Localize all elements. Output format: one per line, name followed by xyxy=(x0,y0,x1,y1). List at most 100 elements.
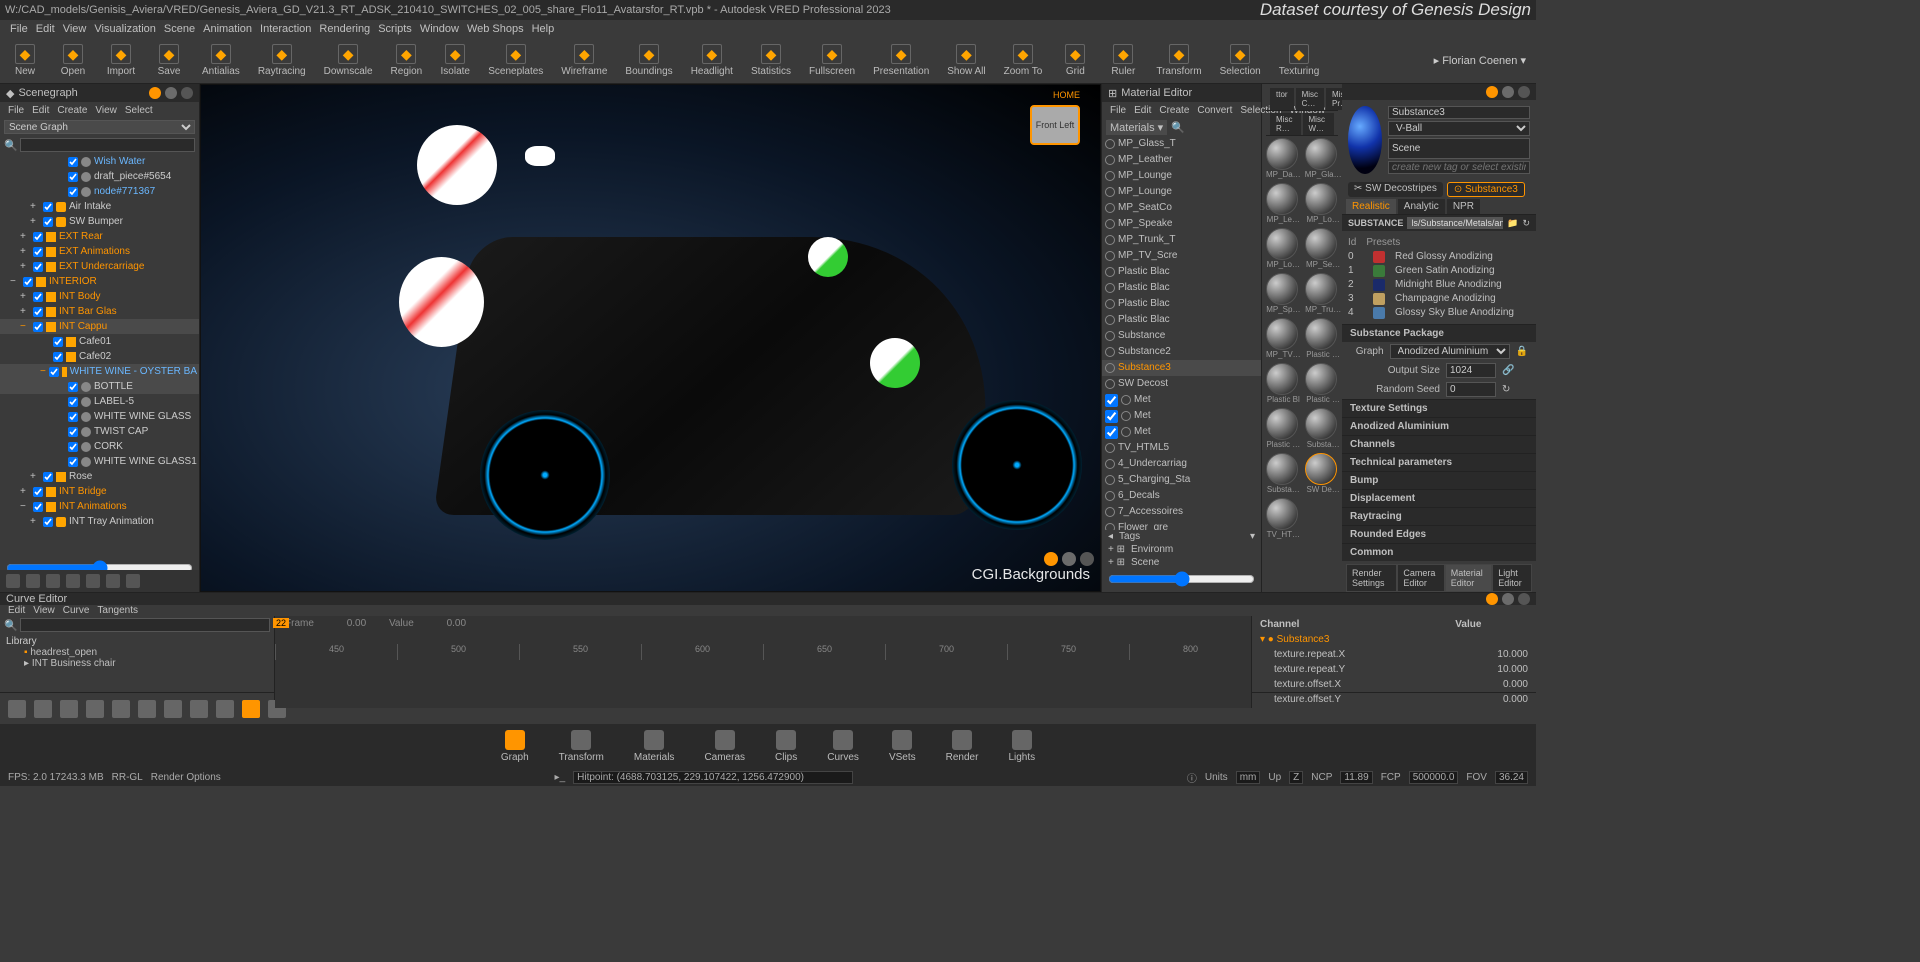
add-button[interactable] xyxy=(6,574,20,588)
visibility-checkbox[interactable] xyxy=(53,352,63,362)
minimize-icon[interactable] xyxy=(165,87,177,99)
tree-node[interactable]: −INTERIOR xyxy=(0,274,199,289)
viewer-select[interactable]: V-Ball xyxy=(1388,121,1530,136)
timeline[interactable]: Frame 0.00 Value 0.00 22 450500550600650… xyxy=(275,616,1251,708)
copy-button[interactable] xyxy=(86,574,100,588)
visibility-checkbox[interactable] xyxy=(43,217,53,227)
up-value[interactable]: Z xyxy=(1289,771,1303,784)
section-technical-parameters[interactable]: Technical parameters xyxy=(1342,453,1536,471)
toolbar-isolate[interactable]: ◆Isolate xyxy=(440,44,470,77)
terminal-icon[interactable]: ▸_ xyxy=(555,772,566,783)
material-row[interactable]: Met xyxy=(1102,392,1261,408)
material-thumb[interactable] xyxy=(1305,453,1337,485)
materials-button[interactable]: Materials ▾ xyxy=(1106,120,1167,135)
material-thumb[interactable] xyxy=(1266,138,1298,170)
tree-node[interactable]: +Rose xyxy=(0,469,199,484)
toolbar-ruler[interactable]: ◆Ruler xyxy=(1108,44,1138,77)
library-item[interactable]: ▪ headrest_open xyxy=(6,647,268,658)
ungroup-button[interactable] xyxy=(66,574,80,588)
material-row[interactable]: SW Decost xyxy=(1102,376,1261,392)
menu-animation[interactable]: Animation xyxy=(203,23,252,35)
curve-menu-view[interactable]: View xyxy=(33,605,55,616)
menu-web-shops[interactable]: Web Shops xyxy=(467,23,524,35)
section-anodized-aluminium[interactable]: Anodized Aluminium xyxy=(1342,417,1536,435)
thumb-tab[interactable]: ttor xyxy=(1270,88,1294,110)
tree-node[interactable]: Cafe02 xyxy=(0,349,199,364)
visibility-checkbox[interactable] xyxy=(43,517,53,527)
curve-menu-edit[interactable]: Edit xyxy=(8,605,25,616)
viewport-render[interactable]: HOME Front Left CGI.Backgrounds xyxy=(201,85,1100,591)
curve-menu-tangents[interactable]: Tangents xyxy=(97,605,138,616)
preset-row[interactable]: 0Red Glossy Anodizing xyxy=(1348,250,1530,264)
material-thumb[interactable] xyxy=(1266,453,1298,485)
toolbar-statistics[interactable]: ◆Statistics xyxy=(751,44,791,77)
tree-node[interactable]: node#771367 xyxy=(0,184,199,199)
thumb-tab[interactable]: Misc C… xyxy=(1296,88,1324,110)
tree-node[interactable]: WHITE WINE GLASS xyxy=(0,409,199,424)
duplicate-button[interactable] xyxy=(26,574,40,588)
material-thumbnails[interactable]: ttorMisc C…Misc Pr… Misc R…Misc W… MP_Da… xyxy=(1262,84,1342,592)
visibility-checkbox[interactable] xyxy=(33,262,43,272)
user-button[interactable]: ▸ Florian Coenen ▾ xyxy=(1434,54,1526,67)
tree-node[interactable]: −INT Cappu xyxy=(0,319,199,334)
scenegraph-mode-select[interactable]: Scene Graph xyxy=(4,120,195,134)
graph-select[interactable]: Anodized Aluminium xyxy=(1390,344,1510,359)
material-thumb[interactable] xyxy=(1305,318,1337,350)
tangent-broken-icon[interactable] xyxy=(190,700,208,718)
navcube-home[interactable]: HOME xyxy=(1053,90,1080,100)
key-icon[interactable] xyxy=(8,700,26,718)
module-tab-render-settings[interactable]: Render Settings xyxy=(1346,564,1397,592)
module-curves[interactable]: Curves xyxy=(827,730,859,763)
me-menu-edit[interactable]: Edit xyxy=(1134,105,1151,116)
render-tab-analytic[interactable]: Analytic xyxy=(1398,199,1445,214)
toolbar-wireframe[interactable]: ◆Wireframe xyxy=(561,44,607,77)
module-tabs[interactable]: Render SettingsCamera EditorMaterial Edi… xyxy=(1342,561,1536,592)
material-row[interactable]: MP_Glass_T xyxy=(1102,136,1261,152)
material-row[interactable]: Flower_gre xyxy=(1102,520,1261,530)
tree-node[interactable]: draft_piece#5654 xyxy=(0,169,199,184)
material-row[interactable]: Substance2 xyxy=(1102,344,1261,360)
menu-interaction[interactable]: Interaction xyxy=(260,23,311,35)
preset-row[interactable]: 3Champagne Anodizing xyxy=(1348,292,1530,306)
material-row[interactable]: 6_Decals xyxy=(1102,488,1261,504)
curve-close-icon[interactable] xyxy=(1518,593,1530,605)
breadcrumb-item[interactable]: ✂ SW Decostripes xyxy=(1348,182,1443,197)
toolbar-presentation[interactable]: ◆Presentation xyxy=(873,44,929,77)
menu-scripts[interactable]: Scripts xyxy=(378,23,412,35)
material-thumb[interactable] xyxy=(1305,273,1337,305)
prop-min-icon[interactable] xyxy=(1502,86,1514,98)
visibility-checkbox[interactable] xyxy=(49,367,59,377)
material-thumb[interactable] xyxy=(1266,363,1298,395)
tree-node[interactable]: +SW Bumper xyxy=(0,214,199,229)
menu-file[interactable]: File xyxy=(10,23,28,35)
library-item[interactable]: ▸ INT Business chair xyxy=(6,658,268,669)
tree-node[interactable]: CORK xyxy=(0,439,199,454)
module-vsets[interactable]: VSets xyxy=(889,730,916,763)
tree-node[interactable]: +INT Tray Animation xyxy=(0,514,199,529)
module-transform[interactable]: Transform xyxy=(559,730,604,763)
toolbar-selection[interactable]: ◆Selection xyxy=(1220,44,1261,77)
material-row[interactable]: MP_TV_Scre xyxy=(1102,248,1261,264)
menu-help[interactable]: Help xyxy=(532,23,555,35)
toolbar-zoom-to[interactable]: ◆Zoom To xyxy=(1004,44,1043,77)
toolbar-sceneplates[interactable]: ◆Sceneplates xyxy=(488,44,543,77)
tree-node[interactable]: +EXT Undercarriage xyxy=(0,259,199,274)
me-menu-convert[interactable]: Convert xyxy=(1197,105,1232,116)
me-menu-create[interactable]: Create xyxy=(1159,105,1189,116)
tree-node[interactable]: LABEL-5 xyxy=(0,394,199,409)
visibility-checkbox[interactable] xyxy=(53,337,63,347)
material-row[interactable]: Plastic Blac xyxy=(1102,312,1261,328)
material-group[interactable]: + ⊞Environm xyxy=(1102,543,1261,556)
magnet-icon[interactable] xyxy=(242,700,260,718)
visibility-checkbox[interactable] xyxy=(68,412,78,422)
units-value[interactable]: mm xyxy=(1236,771,1261,784)
module-clips[interactable]: Clips xyxy=(775,730,797,763)
menu-view[interactable]: View xyxy=(63,23,87,35)
menu-scene[interactable]: Scene xyxy=(164,23,195,35)
tangent-step-icon[interactable] xyxy=(138,700,156,718)
material-row[interactable]: Substance xyxy=(1102,328,1261,344)
breadcrumb-item[interactable]: ⊙ Substance3 xyxy=(1447,182,1525,197)
module-render[interactable]: Render xyxy=(946,730,979,763)
preset-row[interactable]: 1Green Satin Anodizing xyxy=(1348,264,1530,278)
material-row[interactable]: MP_Lounge xyxy=(1102,184,1261,200)
